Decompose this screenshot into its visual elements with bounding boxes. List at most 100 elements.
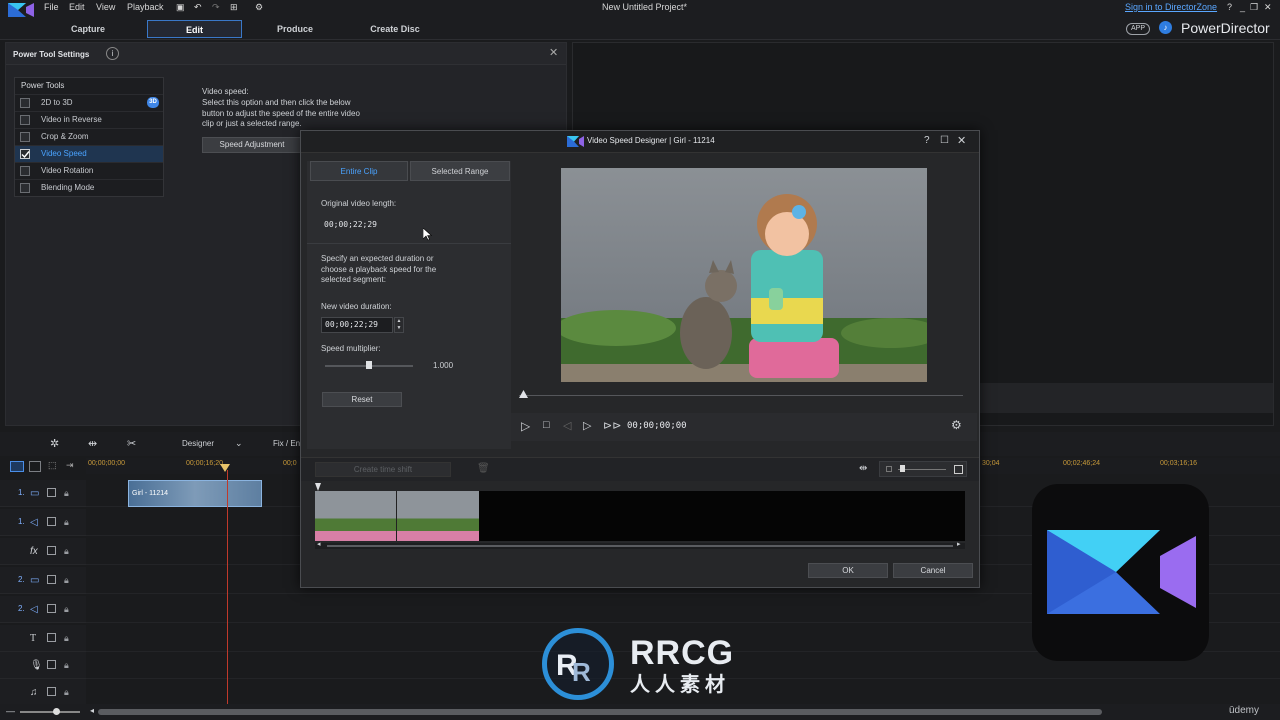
sign-in-link[interactable]: Sign in to DirectorZone (1125, 2, 1217, 12)
minimize-button[interactable]: _ (1240, 2, 1245, 12)
storyboard-thumbnail[interactable] (397, 491, 479, 541)
scroll-right-icon[interactable]: ▸ (957, 540, 961, 548)
undo-icon[interactable]: ↶ (194, 2, 202, 13)
speed-slider-handle[interactable] (366, 361, 372, 369)
track-enable-checkbox[interactable] (47, 604, 56, 613)
power-tool-crop-zoom[interactable]: Crop & Zoom (15, 128, 163, 145)
clip-storyboard[interactable] (315, 491, 965, 541)
redo-icon[interactable]: ↷ (212, 2, 220, 13)
fit-icon[interactable]: ⬚ (48, 460, 57, 471)
help-button[interactable]: ? (1227, 2, 1232, 12)
zoom-small-icon[interactable] (886, 466, 892, 472)
checkbox[interactable] (20, 183, 30, 193)
close-app-button[interactable]: ✕ (1264, 2, 1272, 13)
track-enable-checkbox[interactable] (47, 687, 56, 696)
storyboard-thumbnail[interactable] (315, 491, 397, 541)
tab-entire-clip[interactable]: Entire Clip (310, 161, 408, 181)
playhead-marker-icon[interactable] (220, 464, 230, 474)
lock-icon[interactable]: 🔒︎ (64, 488, 69, 499)
stop-icon[interactable]: □ (543, 419, 550, 431)
scrub-handle-icon[interactable] (519, 390, 528, 399)
tab-edit[interactable]: Edit (147, 20, 242, 38)
storyboard-zoom-control[interactable] (879, 461, 967, 477)
reset-button[interactable]: Reset (322, 392, 402, 407)
zoom-handle[interactable] (900, 465, 905, 472)
duration-spinner[interactable]: ▲ ▼ (394, 317, 404, 333)
zoom-out-icon[interactable]: — (6, 706, 15, 716)
fast-forward-icon[interactable]: ⊳⊳ (603, 419, 621, 432)
checkbox[interactable] (20, 166, 30, 176)
aspect-ratio-icon[interactable]: ⊞ (230, 2, 238, 13)
save-icon[interactable]: ▣ (176, 2, 185, 13)
settings-gear-icon[interactable]: ⚙ (951, 418, 962, 432)
playhead-line[interactable] (227, 470, 228, 704)
video-clip[interactable]: Girl - 11214 (128, 480, 262, 507)
storyboard-scrollbar[interactable]: ◂ ▸ (315, 540, 965, 549)
lock-icon[interactable]: 🔒︎ (64, 546, 69, 557)
checkbox-checked[interactable] (20, 149, 30, 159)
horizontal-scrollbar[interactable] (98, 709, 1102, 715)
track-enable-checkbox[interactable] (47, 517, 56, 526)
power-tool-blending-mode[interactable]: Blending Mode (15, 179, 163, 196)
menu-edit[interactable]: Edit (69, 2, 85, 12)
power-tool-video-speed[interactable]: Video Speed (15, 145, 163, 162)
zoom-slider[interactable] (898, 469, 946, 470)
speed-adjustment-button[interactable]: Speed Adjustment (202, 137, 302, 153)
dialog-help-button[interactable]: ? (924, 135, 930, 146)
track-enable-checkbox[interactable] (47, 488, 56, 497)
scissors-icon[interactable]: ✂ (127, 437, 136, 450)
track-enable-checkbox[interactable] (47, 546, 56, 555)
zoom-slider[interactable] (20, 711, 80, 713)
create-time-shift-button[interactable]: Create time shift (315, 462, 451, 477)
chevron-down-icon[interactable]: ⌄ (235, 438, 243, 449)
checkbox[interactable] (20, 115, 30, 125)
designer-dropdown[interactable]: Designer (182, 439, 214, 448)
restore-button[interactable]: ❐ (1250, 2, 1258, 13)
tab-capture[interactable]: Capture (58, 20, 118, 38)
new-duration-input[interactable]: 00;00;22;29 (321, 317, 393, 333)
tab-selected-range[interactable]: Selected Range (410, 161, 510, 181)
track-enable-checkbox[interactable] (47, 575, 56, 584)
zoom-icon[interactable]: ⇥ (66, 460, 74, 471)
close-panel-button[interactable]: ✕ (549, 46, 558, 59)
checkbox[interactable] (20, 132, 30, 142)
lock-icon[interactable]: 🔒︎ (64, 687, 69, 698)
power-tool-2d-to-3d[interactable]: 2D to 3D 3D (15, 94, 163, 111)
power-tool-video-in-reverse[interactable]: Video in Reverse (15, 111, 163, 128)
fit-timeline-icon[interactable]: ⇹ (859, 463, 867, 474)
storyboard-view-icon[interactable] (29, 461, 41, 472)
tab-produce[interactable]: Produce (265, 20, 325, 38)
fix-enhance-button[interactable]: Fix / En (273, 439, 300, 448)
lock-icon[interactable]: 🔒︎ (64, 660, 69, 671)
delete-icon[interactable]: 🗑︎ (477, 463, 490, 474)
settings-gear-icon[interactable]: ⚙ (255, 2, 263, 13)
lock-icon[interactable]: 🔒︎ (64, 633, 69, 644)
split-icon[interactable]: ⇹ (88, 437, 97, 450)
zoom-slider-handle[interactable] (53, 708, 60, 715)
dialog-maximize-button[interactable]: ☐ (940, 135, 949, 146)
menu-view[interactable]: View (96, 2, 115, 12)
zoom-large-icon[interactable] (954, 465, 963, 474)
notification-bell-icon[interactable]: ♪ (1159, 21, 1172, 34)
lock-icon[interactable]: 🔒︎ (64, 604, 69, 615)
track-enable-checkbox[interactable] (47, 660, 56, 669)
track-enable-checkbox[interactable] (47, 633, 56, 642)
scroll-left-icon[interactable]: ◂ (90, 706, 94, 715)
dialog-close-button[interactable]: ✕ (957, 134, 966, 147)
scroll-left-icon[interactable]: ◂ (317, 540, 321, 548)
storyboard-marker-icon[interactable] (315, 483, 321, 491)
tab-create-disc[interactable]: Create Disc (360, 20, 430, 38)
magic-tool-icon[interactable]: ✲ (50, 437, 59, 450)
lock-icon[interactable]: 🔒︎ (64, 575, 69, 586)
previous-frame-icon[interactable]: ◁ (563, 419, 571, 432)
power-tool-video-rotation[interactable]: Video Rotation (15, 162, 163, 179)
next-frame-icon[interactable]: ▷ (583, 419, 591, 432)
timeline-view-icon[interactable] (10, 461, 24, 472)
app-badge[interactable]: APP (1126, 23, 1151, 35)
menu-playback[interactable]: Playback (127, 2, 164, 12)
scroll-thumb[interactable] (327, 545, 953, 547)
cancel-button[interactable]: Cancel (893, 563, 973, 578)
info-icon[interactable]: i (106, 47, 119, 60)
ok-button[interactable]: OK (808, 563, 888, 578)
play-icon[interactable]: ▷ (521, 419, 530, 433)
